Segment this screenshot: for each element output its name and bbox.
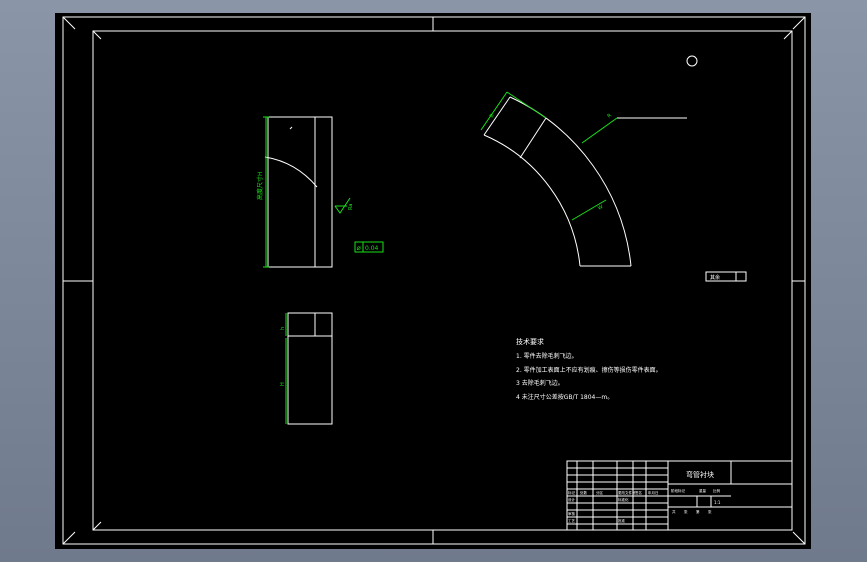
front-height-dimension: 高度尺寸H: [256, 171, 264, 200]
part-name: 弯管衬块: [686, 470, 714, 479]
label-design: 设计: [568, 497, 576, 502]
label-scale: 比例: [713, 488, 721, 493]
label-weight: 重量: [699, 488, 707, 493]
label-count: 处数: [580, 490, 588, 495]
roughness-mark: Ra: [348, 204, 354, 210]
label-stage: 阶段标记: [671, 488, 685, 493]
label-zone: 分区: [596, 490, 604, 495]
label-process: 工艺: [568, 518, 576, 523]
sheet-label-sheet2: 张: [708, 509, 712, 514]
label-change-doc: 更改文件号: [618, 490, 636, 495]
tolerance-symbol: ⌀: [357, 244, 361, 252]
bottom-top-height: h: [280, 327, 286, 330]
sheet-label-sheet1: 张: [684, 509, 688, 514]
tech-item-1: 1. 零件去除毛刺飞边。: [516, 352, 578, 360]
label-mark: 标记: [568, 490, 576, 495]
label-date: 年月日: [648, 490, 659, 495]
label-approve: 批准: [618, 518, 626, 523]
roughness-note-text: 其余: [710, 274, 720, 281]
drawing-viewport[interactable]: [55, 13, 811, 549]
tolerance-value: 0.04: [365, 245, 379, 252]
sheet-label-total: 共: [672, 509, 676, 514]
tech-title: 技术要求: [516, 337, 544, 346]
sheet-label-no: 第: [696, 509, 700, 514]
tech-item-2: 2. 零件加工表面上不应有划痕、擦伤等损伤零件表面。: [516, 366, 662, 374]
tech-item-4: 4 未注尺寸公差按GB/T 1804—m。: [516, 393, 613, 401]
scale-value: 1:1: [714, 500, 721, 505]
label-sign: 签名: [635, 490, 642, 495]
label-review: 审核: [568, 511, 576, 516]
tech-item-3: 3 去除毛刺飞边。: [516, 379, 564, 387]
cad-drawing-canvas[interactable]: 高度尺寸H Ra ⌀ 0.04 h H B R W 其余 技术要求 1. 零件去…: [0, 0, 867, 562]
label-standard: 标准化: [618, 497, 629, 502]
bottom-main-height: H: [280, 382, 286, 386]
